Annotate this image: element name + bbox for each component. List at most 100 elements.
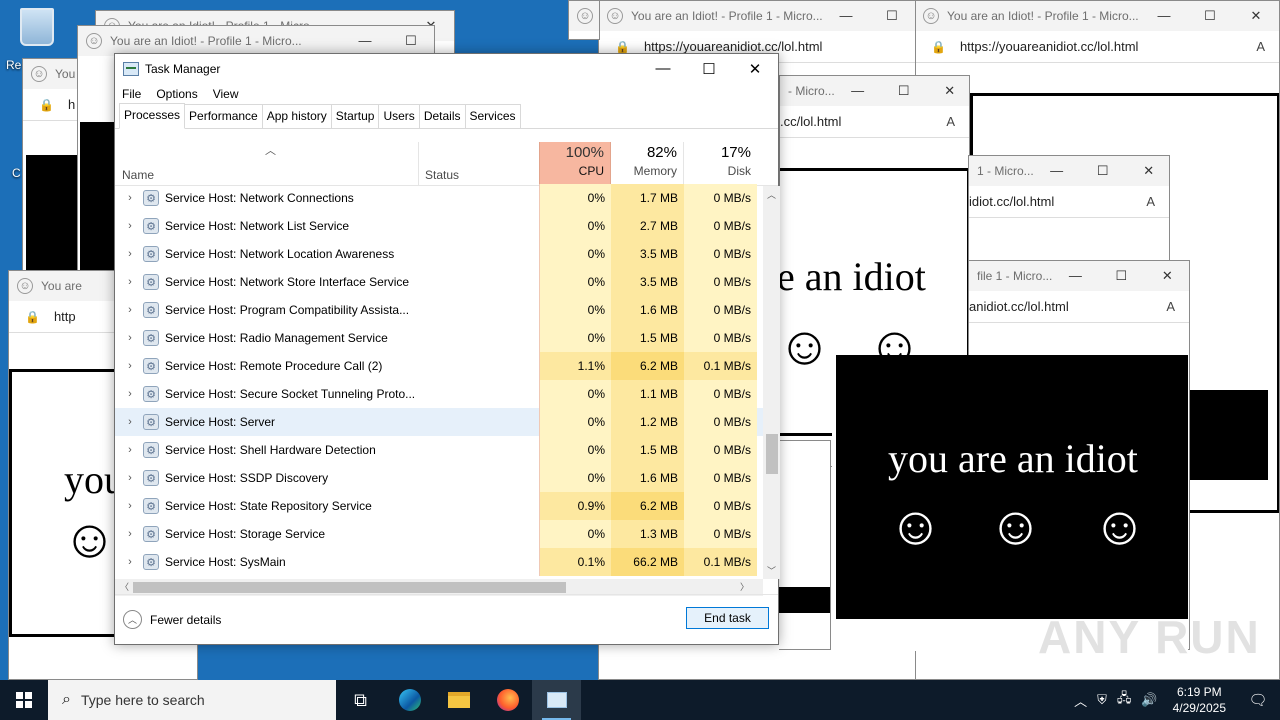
tab-services[interactable]: Services — [464, 104, 521, 128]
process-row[interactable]: › ⚙ Service Host: Storage Service 0% 1.3 MB 0… — [115, 520, 763, 548]
minimize-icon[interactable]: — — [640, 60, 686, 78]
menu-view[interactable]: View — [213, 87, 239, 101]
minimize-icon[interactable]: — — [1052, 268, 1098, 284]
firefox-icon[interactable] — [483, 680, 532, 720]
read-aloud-icon[interactable]: A — [1166, 299, 1175, 314]
edge-icon[interactable] — [385, 680, 434, 720]
tab-details[interactable]: Details — [418, 104, 466, 128]
name-column-header[interactable]: ︿ Name — [122, 142, 418, 186]
menu-file[interactable]: File — [122, 87, 141, 101]
minimize-icon[interactable]: — — [342, 33, 388, 49]
expand-chevron-icon[interactable]: › — [115, 556, 139, 568]
process-row[interactable]: › ⚙ Service Host: Shell Hardware Detection… — [115, 436, 763, 464]
expand-chevron-icon[interactable]: › — [115, 444, 139, 456]
close-icon[interactable]: ✕ — [1144, 268, 1189, 284]
expand-chevron-icon[interactable]: › — [115, 472, 139, 484]
file-explorer-icon[interactable] — [434, 680, 483, 720]
clock[interactable]: 6:19 PM 4/29/2025 — [1173, 684, 1226, 716]
start-button[interactable] — [0, 680, 48, 720]
close-icon[interactable]: ✕ — [732, 60, 778, 78]
address-bar[interactable]: https://youareanidiot.cc/lol.html — [644, 39, 822, 54]
recycle-bin-icon[interactable] — [16, 8, 58, 52]
vertical-scrollbar[interactable]: ︿ ﹀ — [763, 186, 780, 579]
end-task-button[interactable]: End task — [686, 607, 769, 629]
task-view-icon[interactable]: ⧉ — [336, 680, 385, 720]
maximize-icon[interactable]: ☐ — [1187, 8, 1233, 24]
fewer-details-link[interactable]: Fewer details — [150, 613, 221, 627]
browser-window[interactable] — [779, 440, 831, 650]
expand-chevron-icon[interactable]: › — [115, 276, 139, 288]
browser-window[interactable]: 1 - Micro... — ☐ ✕ idiot.cc/lol.html A — [968, 155, 1170, 275]
task-manager-taskbar-icon[interactable] — [532, 680, 581, 720]
process-row[interactable]: › ⚙ Service Host: Remote Procedure Call (2… — [115, 352, 763, 380]
process-row[interactable]: › ⚙ Service Host: SysMain 0.1% 66.2 MB 0.1 MB… — [115, 548, 763, 576]
expand-chevron-icon[interactable]: › — [115, 192, 139, 204]
close-icon[interactable]: ✕ — [1126, 163, 1169, 179]
status-column-header[interactable]: Status — [418, 142, 539, 186]
tray-overflow-icon[interactable]: ︿ — [1074, 691, 1087, 710]
expand-chevron-icon[interactable]: › — [115, 500, 139, 512]
maximize-icon[interactable]: ☐ — [1080, 163, 1126, 179]
scroll-up-icon[interactable]: ︿ — [763, 188, 780, 201]
notification-icon[interactable]: 🗨 — [1236, 691, 1280, 709]
process-row[interactable]: › ⚙ Service Host: Secure Socket Tunneling … — [115, 380, 763, 408]
volume-icon[interactable]: 🔊 — [1141, 692, 1157, 708]
expand-chevron-icon[interactable]: › — [115, 388, 139, 400]
minimize-icon[interactable]: — — [1034, 163, 1080, 179]
read-aloud-icon[interactable]: A — [1256, 39, 1265, 54]
address-bar[interactable]: http — [54, 309, 76, 324]
maximize-icon[interactable]: ☐ — [686, 60, 732, 78]
minimize-icon[interactable]: — — [1141, 8, 1187, 24]
maximize-icon[interactable]: ☐ — [869, 8, 915, 24]
scrollbar-thumb[interactable] — [766, 434, 778, 474]
process-row[interactable]: › ⚙ Service Host: Program Compatibility As… — [115, 296, 763, 324]
expand-chevron-icon[interactable]: › — [115, 416, 139, 428]
process-row[interactable]: › ⚙ Service Host: Server 0% 1.2 MB 0 MB/s — [115, 408, 763, 436]
process-row[interactable]: › ⚙ Service Host: Network Store Interface … — [115, 268, 763, 296]
address-bar[interactable]: anidiot.cc/lol.html — [969, 299, 1069, 314]
process-row[interactable]: › ⚙ Service Host: Network Location Awarene… — [115, 240, 763, 268]
minimize-icon[interactable]: — — [835, 83, 881, 99]
tab-app-history[interactable]: App history — [261, 104, 332, 128]
scroll-right-icon[interactable]: 〉 — [740, 580, 749, 593]
chevron-up-icon[interactable]: ︿ — [123, 610, 142, 629]
read-aloud-icon[interactable]: A — [946, 114, 955, 129]
process-row[interactable]: › ⚙ Service Host: Network Connections 0% 1.7… — [115, 184, 763, 212]
browser-window[interactable]: ☺ — [568, 0, 600, 40]
scrollbar-thumb[interactable] — [133, 582, 566, 593]
browser-window[interactable]: you are an idiot ☺ ☺ ☺ — [832, 355, 1188, 651]
scroll-left-icon[interactable]: 〈 — [120, 580, 129, 593]
defender-icon[interactable]: ⛨ — [1097, 692, 1107, 708]
task-manager-window[interactable]: Task Manager — ☐ ✕ File Options View Pro… — [114, 53, 780, 645]
process-row[interactable]: › ⚙ Service Host: State Repository Service… — [115, 492, 763, 520]
minimize-icon[interactable]: — — [823, 8, 869, 24]
tab-startup[interactable]: Startup — [330, 104, 380, 128]
close-icon[interactable]: ✕ — [1233, 8, 1279, 24]
address-bar[interactable]: h — [68, 97, 75, 112]
process-row[interactable]: › ⚙ Service Host: Radio Management Service… — [115, 324, 763, 352]
maximize-icon[interactable]: ☐ — [881, 83, 927, 99]
address-bar[interactable]: .cc/lol.html — [780, 114, 841, 129]
tab-performance[interactable]: Performance — [184, 104, 263, 128]
read-aloud-icon[interactable]: A — [1146, 194, 1155, 209]
address-bar[interactable]: idiot.cc/lol.html — [969, 194, 1054, 209]
memory-column-header[interactable]: 82% Memory — [611, 142, 684, 186]
close-icon[interactable]: ✕ — [927, 83, 969, 99]
tab-users[interactable]: Users — [378, 104, 420, 128]
maximize-icon[interactable]: ☐ — [388, 33, 434, 49]
taskbar-search-box[interactable]: ⌕ Type here to search — [48, 680, 336, 720]
expand-chevron-icon[interactable]: › — [115, 360, 139, 372]
maximize-icon[interactable]: ☐ — [1098, 268, 1144, 284]
network-icon[interactable]: 🖧 — [1117, 689, 1132, 711]
cpu-column-header[interactable]: 100% CPU — [539, 142, 611, 186]
process-row[interactable]: › ⚙ Service Host: SSDP Discovery 0% 1.6 MB 0 … — [115, 464, 763, 492]
process-row[interactable]: › ⚙ Service Host: Network List Service 0% 2.… — [115, 212, 763, 240]
expand-chevron-icon[interactable]: › — [115, 528, 139, 540]
expand-chevron-icon[interactable]: › — [115, 304, 139, 316]
expand-chevron-icon[interactable]: › — [115, 220, 139, 232]
menu-options[interactable]: Options — [156, 87, 197, 101]
disk-column-header[interactable]: 17% Disk — [684, 142, 757, 186]
expand-chevron-icon[interactable]: › — [115, 248, 139, 260]
scroll-down-icon[interactable]: ﹀ — [763, 564, 780, 577]
expand-chevron-icon[interactable]: › — [115, 332, 139, 344]
